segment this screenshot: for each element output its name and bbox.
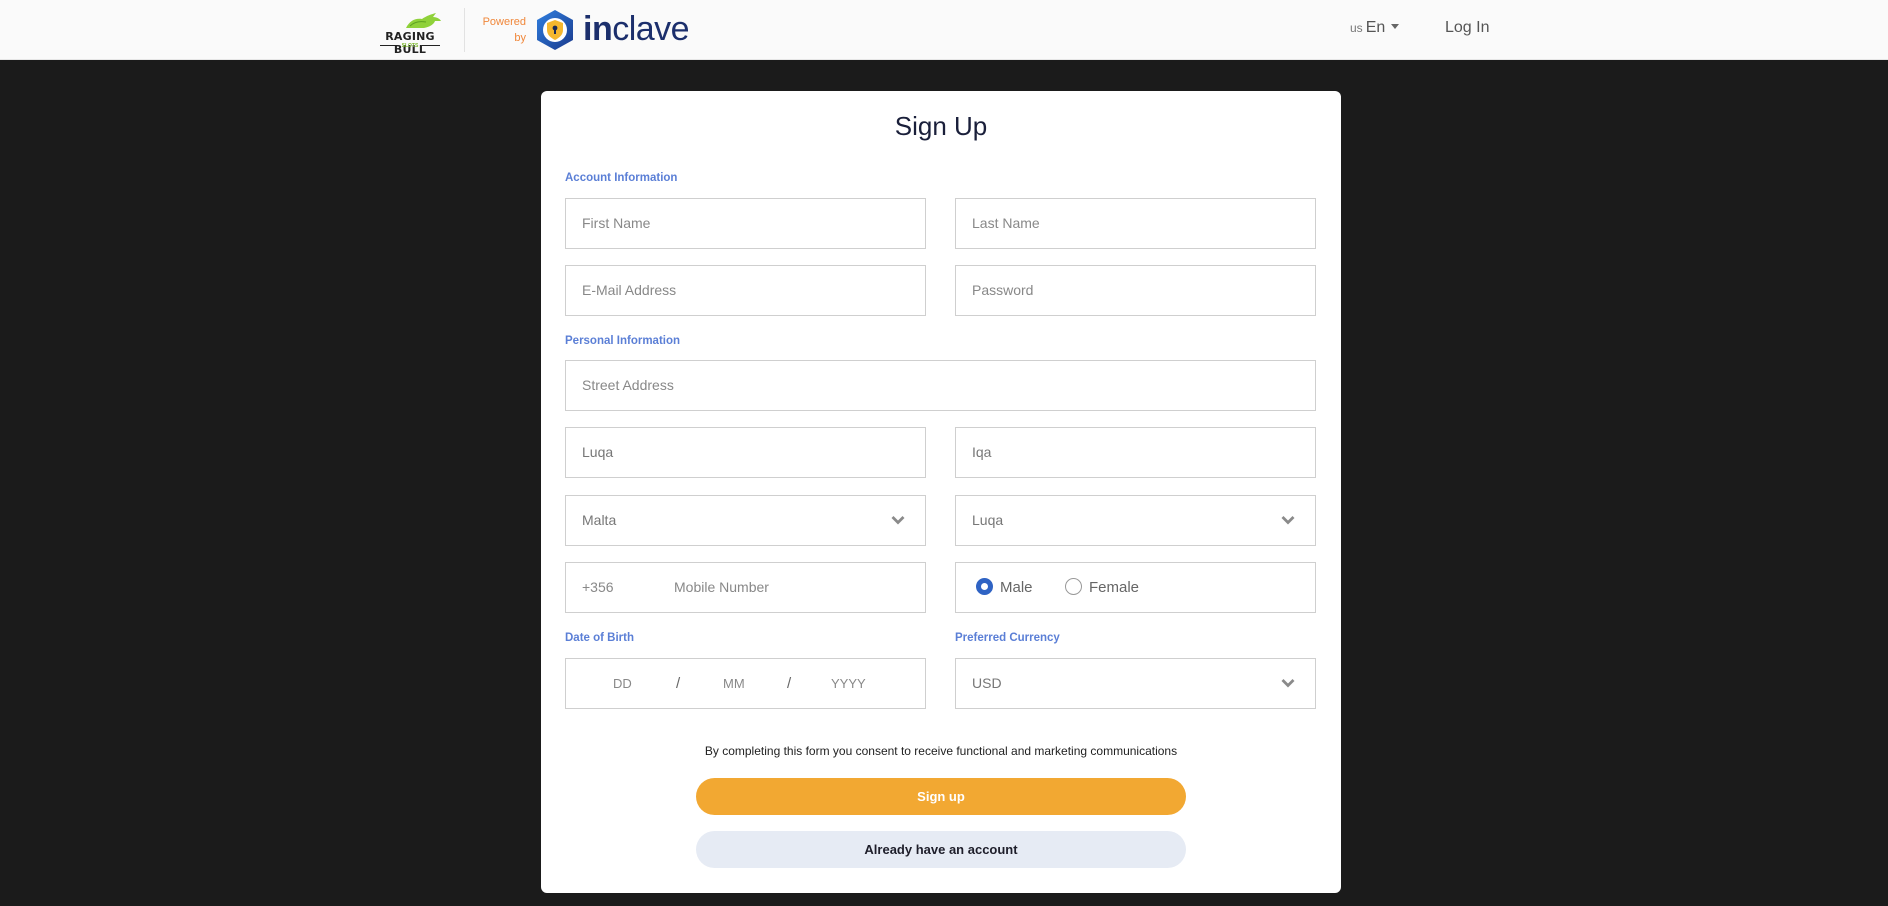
page-title: Sign Up — [894, 111, 988, 141]
radio-label-female[interactable]: Female — [1089, 563, 1139, 612]
section-label-dob: Date of Birth — [565, 632, 634, 644]
first-name-placeholder: First Name — [582, 215, 651, 231]
city-input[interactable]: Luqa — [565, 427, 926, 478]
first-name-input[interactable]: First Name — [565, 198, 926, 249]
radio-male[interactable] — [976, 578, 993, 595]
powered-by-text: Powered by — [476, 14, 526, 46]
password-input[interactable]: Password — [955, 265, 1316, 316]
signup-card: Sign Up Account Information First Name L… — [541, 91, 1341, 893]
currency-value: USD — [972, 675, 1002, 691]
country-code: us — [1350, 21, 1363, 35]
logo-text-bold: in — [583, 10, 613, 48]
last-name-input[interactable]: Last Name — [955, 198, 1316, 249]
section-label-currency: Preferred Currency — [955, 632, 1060, 644]
radio-label-male[interactable]: Male — [1000, 563, 1033, 612]
login-link[interactable]: Log In — [1445, 19, 1489, 37]
header-divider — [464, 8, 465, 52]
dob-separator: / — [676, 675, 681, 692]
caret-down-icon — [1391, 23, 1400, 29]
country-select[interactable]: Malta — [565, 495, 926, 546]
bull-icon — [406, 13, 441, 28]
dob-separator: / — [787, 675, 792, 692]
sign-up-button[interactable]: Sign up — [696, 778, 1186, 815]
locality-value: Iqa — [972, 444, 992, 460]
dob-day-input[interactable]: DD — [613, 659, 632, 708]
raging-bull-logo[interactable]: RAGING BULL SLOTS — [368, 10, 452, 56]
street-address-input[interactable]: Street Address — [565, 360, 1316, 411]
gender-radio-group: Male Female — [955, 562, 1316, 613]
email-input[interactable]: E-Mail Address — [565, 265, 926, 316]
last-name-placeholder: Last Name — [972, 215, 1040, 231]
consent-text: By completing this form you consent to r… — [704, 744, 1178, 758]
section-label-personal: Personal Information — [565, 335, 681, 347]
by-line: by — [514, 32, 526, 44]
top-navbar: RAGING BULL SLOTS Powered by inclave us E… — [0, 0, 1888, 60]
region-value: Luqa — [972, 512, 1004, 528]
email-placeholder: E-Mail Address — [582, 282, 677, 298]
password-placeholder: Password — [972, 282, 1034, 298]
mobile-number-input[interactable]: +356 Mobile Number — [565, 562, 926, 613]
street-address-placeholder: Street Address — [582, 377, 674, 393]
shield-lock-icon — [537, 10, 573, 50]
locality-input[interactable]: Iqa — [955, 427, 1316, 478]
powered-line: Powered — [482, 16, 526, 28]
section-label-account: Account Information — [565, 172, 678, 184]
country-value: Malta — [582, 512, 617, 528]
city-value: Luqa — [582, 444, 614, 460]
mobile-number-placeholder: Mobile Number — [674, 579, 769, 595]
logo-text-rest: clave — [612, 10, 690, 48]
region-select[interactable]: Luqa — [955, 495, 1316, 546]
dob-month-input[interactable]: MM — [723, 659, 745, 708]
radio-female[interactable] — [1065, 578, 1082, 595]
already-have-account-button[interactable]: Already have an account — [696, 831, 1186, 868]
phone-prefix[interactable]: +356 — [582, 563, 614, 612]
language-label: En — [1365, 19, 1386, 36]
brand-subtitle: SLOTS — [368, 43, 452, 49]
chevron-down-icon — [1281, 516, 1295, 525]
chevron-down-icon — [891, 516, 905, 525]
chevron-down-icon — [1281, 679, 1295, 688]
currency-select[interactable]: USD — [955, 658, 1316, 709]
date-of-birth-input: DD / MM / YYYY — [565, 658, 926, 709]
inclave-logo-text[interactable]: inclave — [583, 10, 690, 48]
language-selector[interactable]: us En — [1350, 19, 1400, 37]
dob-year-input[interactable]: YYYY — [831, 659, 866, 708]
